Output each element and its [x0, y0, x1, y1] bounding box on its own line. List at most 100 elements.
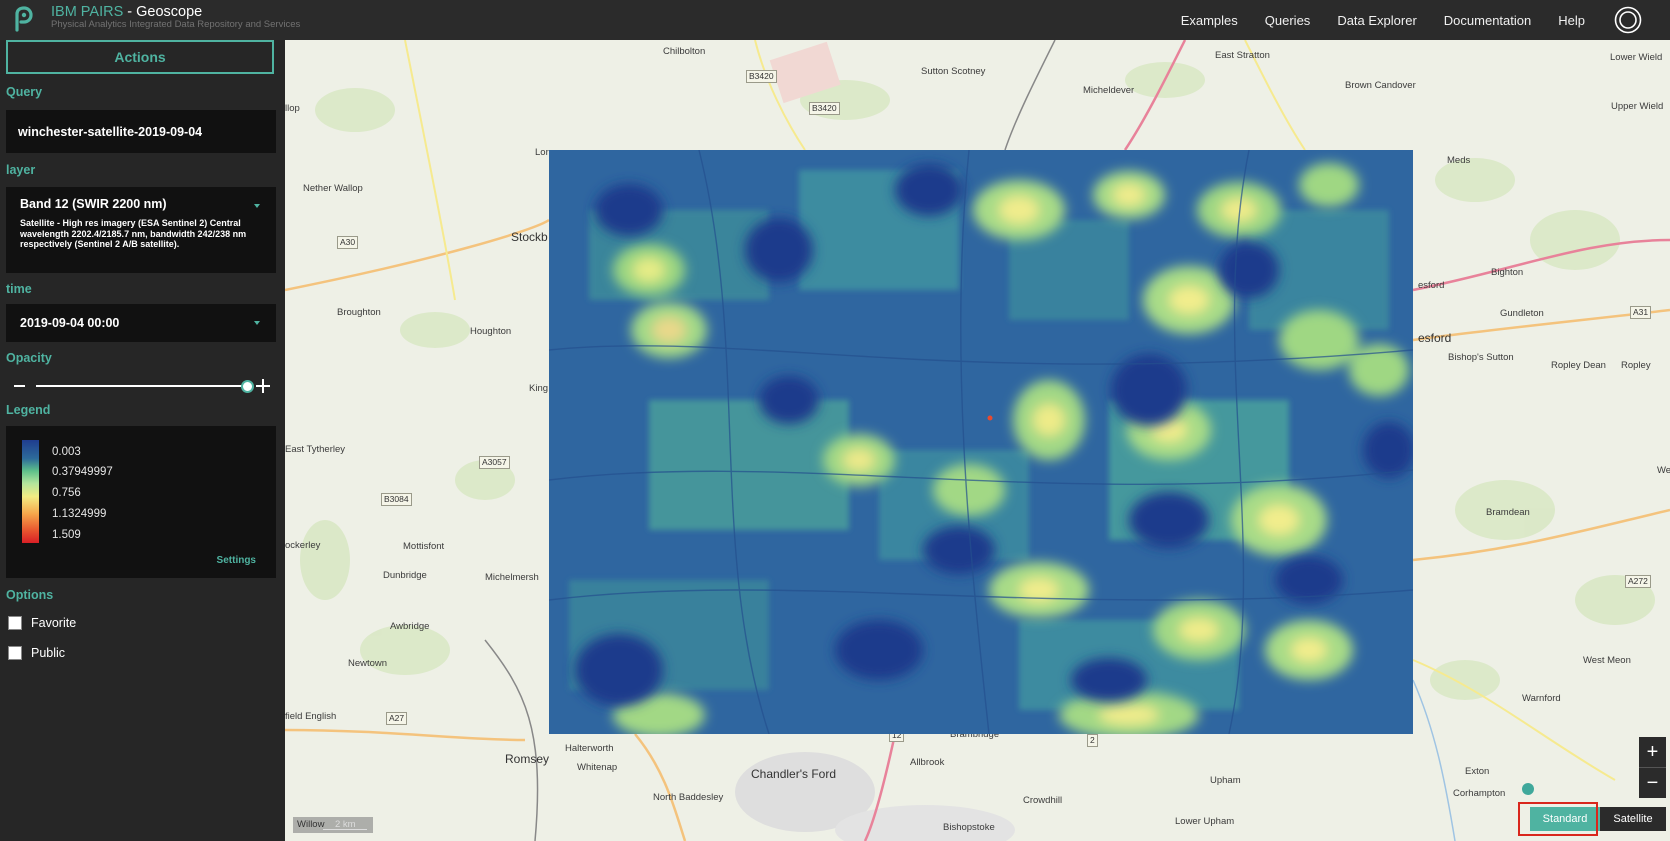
- public-checkbox[interactable]: [8, 646, 22, 660]
- map-place-label: Bramdean: [1486, 507, 1530, 518]
- scale-line: [323, 829, 367, 830]
- map-place-label: Crowdhill: [1023, 795, 1063, 806]
- map-place-label: Allbrook: [910, 757, 945, 768]
- scale-bar: Willow 2 km: [293, 817, 373, 833]
- map-place-label: Romsey: [505, 752, 550, 766]
- map-place-label: Brown Candover: [1345, 80, 1416, 91]
- brand-title[interactable]: IBM PAIRS - Geoscope: [51, 4, 202, 20]
- nav-data-explorer[interactable]: Data Explorer: [1337, 13, 1416, 28]
- map-place-label: Bishopstoke: [943, 822, 995, 833]
- swir-band-raster: [549, 150, 1413, 734]
- nav-help[interactable]: Help: [1558, 13, 1585, 28]
- map-place-label: Upham: [1210, 775, 1241, 786]
- opacity-slider[interactable]: [10, 376, 272, 396]
- map-place-label: North Baddesley: [653, 792, 724, 803]
- map-place-label: Upper Wield: [1611, 101, 1664, 112]
- basemap-satellite-button[interactable]: Satellite: [1600, 807, 1666, 831]
- legend-value: 0.756: [52, 487, 81, 499]
- map-place-label: Chilbolton: [663, 46, 706, 57]
- options-label: Options: [6, 588, 54, 602]
- map-place-label: Nether Wallop: [303, 183, 363, 194]
- nav-queries[interactable]: Queries: [1265, 13, 1311, 28]
- chevron-down-icon: [254, 204, 260, 208]
- map-place-label: Exton: [1465, 766, 1490, 777]
- time-selected-value: 2019-09-04 00:00: [20, 316, 120, 330]
- legend-value: 1.509: [52, 529, 81, 541]
- legend-color-ramp: [22, 440, 39, 543]
- brand-prefix: IBM PAIRS: [51, 4, 124, 20]
- road-number-badge: A31: [1630, 306, 1652, 319]
- map-place-label: Corhampton: [1453, 788, 1506, 799]
- pairs-logo-icon[interactable]: [12, 6, 36, 32]
- opacity-label: Opacity: [6, 351, 52, 365]
- legend-panel: 0.003 0.37949997 0.756 1.1324999 1.509 S…: [6, 426, 276, 578]
- layer-description: Satellite - High res imagery (ESA Sentin…: [20, 218, 247, 249]
- map-place-label: Meds: [1447, 155, 1471, 166]
- map-place-label: West Tis: [1657, 465, 1670, 476]
- map-place-label: Ropley: [1621, 360, 1651, 371]
- road-number-badge: A272: [1625, 575, 1651, 588]
- map-place-label: Gundleton: [1500, 308, 1544, 319]
- actions-button[interactable]: Actions: [6, 40, 274, 74]
- map-place-label: esford: [1418, 280, 1445, 291]
- map-place-label: East Stratton: [1215, 50, 1270, 61]
- raster-layer-overlay: [549, 150, 1413, 734]
- layer-selected-value: Band 12 (SWIR 2200 nm): [20, 197, 167, 211]
- map-place-label: ockerley: [285, 540, 321, 551]
- map-place-label: Lower Upham: [1175, 816, 1235, 827]
- location-marker: [1522, 783, 1534, 795]
- map-place-label: Whitenap: [577, 762, 618, 773]
- top-header: IBM PAIRS - Geoscope Physical Analytics …: [0, 0, 1670, 41]
- nav-documentation[interactable]: Documentation: [1444, 13, 1531, 28]
- map-place-label: Micheldever: [1083, 85, 1135, 96]
- query-name-field[interactable]: winchester-satellite-2019-09-04: [6, 110, 276, 153]
- map-place-label: Halterworth: [565, 743, 614, 754]
- option-favorite[interactable]: Favorite: [8, 616, 76, 630]
- map-place-label: Lor: [535, 147, 549, 158]
- road-number-badge: B3420: [809, 102, 840, 115]
- map-place-label: Ropley Dean: [1551, 360, 1606, 371]
- map-place-label: esford: [1418, 331, 1452, 345]
- basemap-switcher: Standard Satellite: [1522, 804, 1666, 834]
- map-place-label: Lower Wield: [1610, 52, 1663, 63]
- map-place-label: West Meon: [1583, 655, 1631, 666]
- user-avatar-icon[interactable]: [1614, 6, 1642, 34]
- zoom-out-button[interactable]: −: [1639, 767, 1666, 798]
- top-nav: Examples Queries Data Explorer Documenta…: [1181, 0, 1670, 40]
- public-label: Public: [31, 646, 66, 660]
- favorite-checkbox[interactable]: [8, 616, 22, 630]
- map-place-label: llop: [285, 103, 300, 114]
- scale-place-text: Willow: [297, 819, 325, 830]
- brand-subtitle: Physical Analytics Integrated Data Repos…: [51, 19, 301, 30]
- time-select[interactable]: 2019-09-04 00:00: [6, 304, 276, 342]
- road-number-badge: A27: [386, 712, 408, 725]
- map-place-label: Michelmersh: [485, 572, 539, 583]
- map-place-label: King: [529, 383, 549, 394]
- legend-label: Legend: [6, 403, 51, 417]
- map-place-label: Broughton: [337, 307, 381, 318]
- layer-select[interactable]: Band 12 (SWIR 2200 nm) Satellite - High …: [6, 187, 276, 273]
- map-place-label: Chandler's Ford: [751, 767, 836, 781]
- road-number-badge: 2: [1087, 734, 1098, 747]
- slider-track[interactable]: [36, 385, 246, 387]
- map-place-label: Stockb: [511, 230, 548, 244]
- zoom-control: + −: [1639, 737, 1666, 798]
- plus-icon[interactable]: [256, 379, 270, 393]
- road-number-badge: B3420: [746, 70, 777, 83]
- legend-value: 0.003: [52, 446, 81, 458]
- layer-label: layer: [6, 163, 36, 177]
- map-place-label: Sutton Scotney: [921, 66, 986, 77]
- chevron-down-icon: [254, 321, 260, 325]
- legend-value: 1.1324999: [52, 508, 107, 520]
- zoom-in-button[interactable]: +: [1639, 737, 1666, 767]
- nav-examples[interactable]: Examples: [1181, 13, 1238, 28]
- map-canvas[interactable]: Chilbolton Sutton Scotney East Stratton …: [285, 40, 1670, 841]
- time-label: time: [6, 282, 32, 296]
- basemap-standard-button[interactable]: Standard: [1530, 807, 1600, 831]
- map-place-label: East Tytherley: [285, 444, 346, 455]
- slider-handle[interactable]: [241, 380, 254, 393]
- legend-settings-link[interactable]: Settings: [217, 555, 256, 566]
- option-public[interactable]: Public: [8, 646, 65, 660]
- road-number-badge: B3084: [381, 493, 412, 506]
- minus-icon[interactable]: [14, 385, 25, 387]
